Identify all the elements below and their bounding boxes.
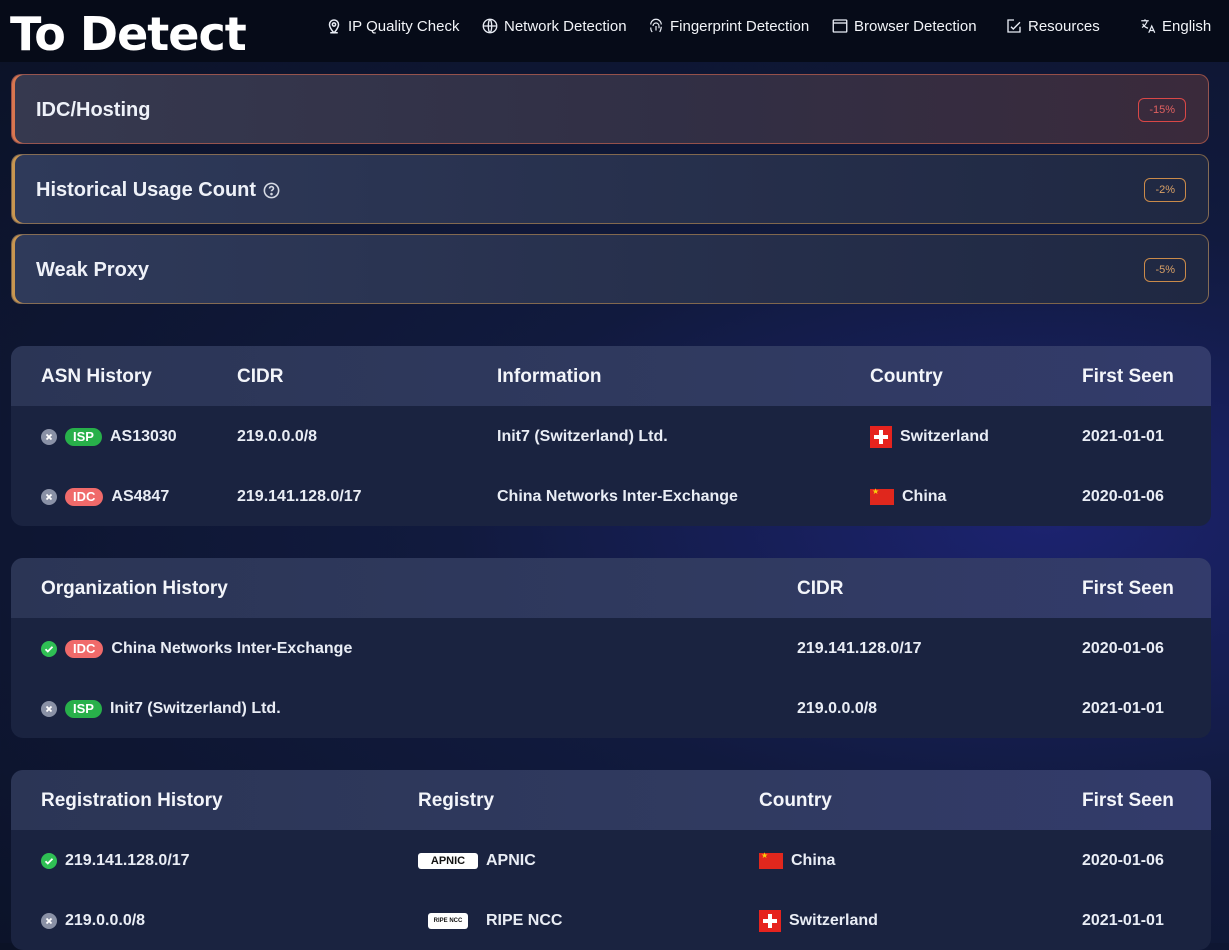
status-active-icon [41,641,57,657]
asn-number: AS13030 [109,428,177,445]
column-header: Country [870,366,943,387]
country-cell: Switzerland [900,428,989,445]
asn-history-table: ASN History CIDR Information Country Fir… [11,346,1211,526]
table-header: Registration History Registry Country Fi… [11,770,1211,830]
browser-window-icon [832,19,848,33]
status-inactive-icon [41,429,57,445]
globe-icon [482,18,498,34]
type-tag: IDC [65,640,104,658]
column-header: ASN History [41,366,152,387]
registry-cell: RIPE NCC [486,912,563,929]
country-cell: Switzerland [789,912,878,929]
column-header: First Seen [1082,790,1174,811]
risk-card-title: IDC/Hosting [36,99,151,121]
registry-cell: APNIC [486,852,536,869]
table-row: IDC China Networks Inter-Exchange 219.14… [11,618,1211,678]
column-header: Organization History [41,578,228,599]
china-flag-icon [759,851,783,869]
table-row: IDC AS4847 219.141.128.0/17 China Networ… [11,466,1211,526]
risk-percent-badge: -5% [1144,258,1186,282]
table-header: ASN History CIDR Information Country Fir… [11,346,1211,406]
table-header: Organization History CIDR First Seen [11,558,1211,618]
risk-card-title: Weak Proxy [36,259,150,281]
status-active-icon [41,853,57,869]
organization-history-table: Organization History CIDR First Seen IDC… [11,558,1211,738]
site-logo[interactable]: To Detect [10,6,247,62]
risk-card-title: Historical Usage Count [36,179,281,202]
column-header: Registry [418,790,495,811]
type-tag: ISP [65,428,102,446]
country-cell: China [791,852,836,869]
risk-card-weak-proxy: Weak Proxy -5% [11,234,1209,304]
information-cell: Init7 (Switzerland) Ltd. [497,428,668,445]
edit-document-icon [1007,19,1021,33]
table-row: 219.0.0.0/8 RIPE NCC RIPE NCC Switzerlan… [11,890,1211,950]
nav-network-detection[interactable]: Network Detection [481,16,627,36]
registration-history-table: Registration History Registry Country Fi… [11,770,1211,950]
column-header: CIDR [237,366,284,387]
ripe-ncc-logo: RIPE NCC [428,913,468,929]
table-row: ISP AS13030 219.0.0.0/8 Init7 (Switzerla… [11,406,1211,466]
table-row: ISP Init7 (Switzerland) Ltd. 219.0.0.0/8… [11,678,1211,738]
risk-percent-badge: -2% [1144,178,1186,202]
cidr-cell: 219.0.0.0/8 [237,428,318,445]
first-seen-cell: 2021-01-01 [1082,912,1164,929]
first-seen-cell: 2020-01-06 [1082,852,1164,869]
first-seen-cell: 2020-01-06 [1082,640,1164,657]
cidr-cell: 219.0.0.0/8 [797,700,878,717]
apnic-logo: APNIC [418,853,478,869]
status-inactive-icon [41,701,57,717]
fingerprint-icon [650,18,662,33]
risk-card-historical-usage-count: Historical Usage Count -2% [11,154,1209,224]
nav-ip-quality-check[interactable]: IP Quality Check [325,16,459,36]
column-header: CIDR [797,578,844,599]
type-tag: ISP [65,700,102,718]
status-inactive-icon [41,913,57,929]
translate-icon [1141,19,1156,33]
first-seen-cell: 2021-01-01 [1082,428,1164,445]
question-circle-icon[interactable] [262,181,281,200]
nav-fingerprint-detection[interactable]: Fingerprint Detection [647,16,809,36]
asn-number: AS4847 [111,488,170,505]
status-inactive-icon [41,489,57,505]
language-selector[interactable]: English [1139,16,1211,36]
nav-resources[interactable]: Resources [1005,16,1100,36]
china-flag-icon [870,487,894,505]
column-header: Information [497,366,602,387]
organization-cell: Init7 (Switzerland) Ltd. [109,700,281,717]
cidr-cell: 219.0.0.0/8 [65,912,146,929]
location-pin-icon [328,19,340,34]
nav-browser-detection[interactable]: Browser Detection [831,16,977,36]
table-row: 219.141.128.0/17 APNIC APNIC China 2020-… [11,830,1211,890]
column-header: First Seen [1082,366,1174,387]
switzerland-flag-icon [759,910,781,932]
column-header: First Seen [1082,578,1174,599]
column-header: Registration History [41,790,223,811]
risk-percent-badge: -15% [1138,98,1186,122]
cidr-cell: 219.141.128.0/17 [65,852,190,869]
cidr-cell: 219.141.128.0/17 [797,640,922,657]
cidr-cell: 219.141.128.0/17 [237,488,362,505]
top-navigation-bar: To Detect IP Quality Check Network Detec… [0,0,1229,62]
risk-card-idc-hosting: IDC/Hosting -15% [11,74,1209,144]
type-tag: IDC [65,488,104,506]
column-header: Country [759,790,832,811]
country-cell: China [902,488,947,505]
first-seen-cell: 2020-01-06 [1082,488,1164,505]
information-cell: China Networks Inter-Exchange [497,488,738,505]
first-seen-cell: 2021-01-01 [1082,700,1164,717]
organization-cell: China Networks Inter-Exchange [111,640,353,657]
switzerland-flag-icon [870,426,892,448]
